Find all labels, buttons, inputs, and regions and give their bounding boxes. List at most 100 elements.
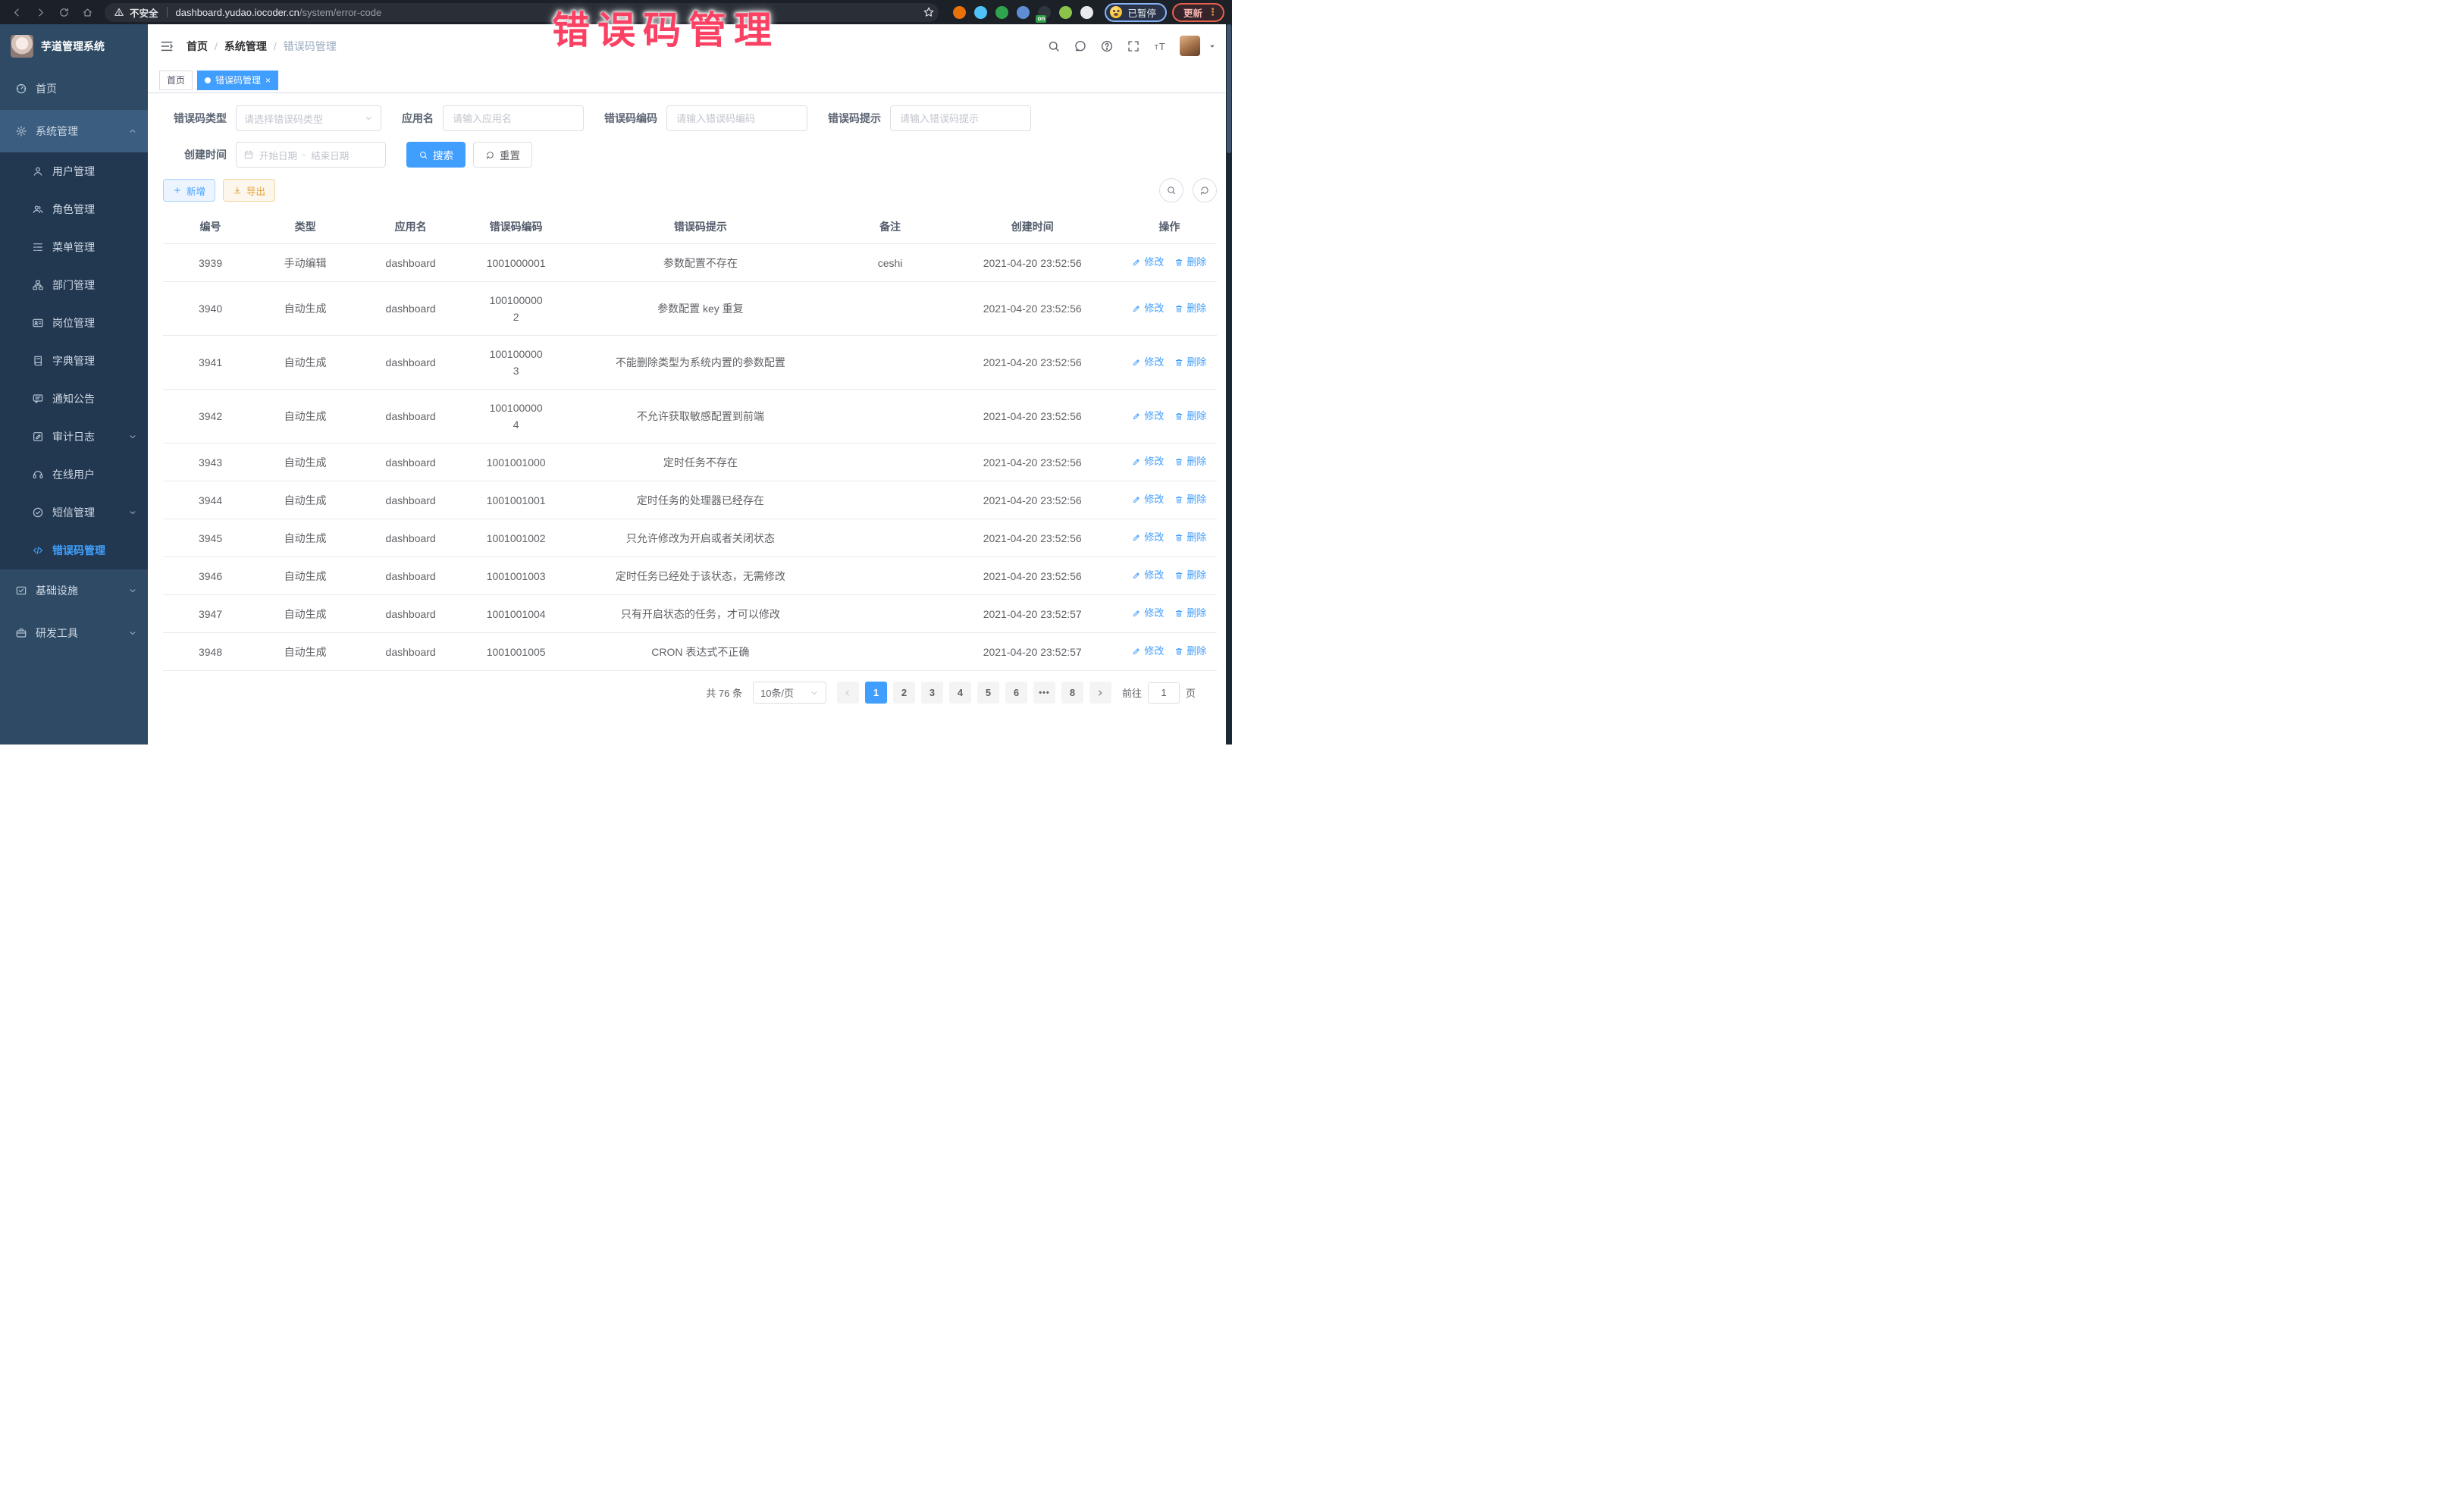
edit-link[interactable]: 修改	[1132, 300, 1164, 317]
delete-link[interactable]: 删除	[1174, 529, 1206, 546]
delete-link[interactable]: 删除	[1174, 605, 1206, 622]
cell-id: 3948	[163, 633, 258, 671]
pagination-ellipsis[interactable]: •••	[1033, 682, 1055, 704]
sidebar-item-online-user[interactable]: 在线用户	[0, 456, 148, 494]
refresh-table-button[interactable]	[1193, 178, 1217, 202]
browser-reload-button[interactable]	[55, 3, 73, 21]
app-logo[interactable]: 芋道管理系统	[0, 24, 148, 67]
delete-link[interactable]: 删除	[1174, 254, 1206, 271]
edit-link[interactable]: 修改	[1132, 408, 1164, 425]
bookmark-star-icon[interactable]	[923, 6, 935, 18]
edit-link[interactable]: 修改	[1132, 491, 1164, 508]
pagination-page-1[interactable]: 1	[865, 682, 887, 704]
hamburger-icon[interactable]	[159, 39, 174, 54]
cell-app: dashboard	[353, 244, 469, 282]
address-bar[interactable]: 不安全 dashboard.yudao.iocoder.cn/system/er…	[105, 3, 939, 22]
pagination-page-2[interactable]: 2	[893, 682, 915, 704]
sidebar-item-role[interactable]: 角色管理	[0, 190, 148, 228]
browser-back-button[interactable]	[8, 3, 26, 21]
delete-link[interactable]: 删除	[1174, 354, 1206, 371]
sidebar-item-user[interactable]: 用户管理	[0, 152, 148, 190]
tab-close-icon[interactable]: ×	[265, 76, 271, 85]
blue-grid-extension-icon[interactable]	[1017, 6, 1030, 19]
search-button-label: 搜索	[433, 147, 453, 162]
app-name-input[interactable]	[443, 105, 584, 131]
sidebar-item-home[interactable]: 首页	[0, 67, 148, 110]
sidebar-item-label: 基础设施	[36, 583, 120, 598]
cell-time: 2021-04-20 23:52:56	[943, 444, 1122, 481]
sidebar-item-dict[interactable]: 字典管理	[0, 342, 148, 380]
breadcrumb-item[interactable]: 首页	[187, 39, 208, 54]
user-caret-down-icon[interactable]	[1208, 42, 1217, 51]
sidebar-item-dev-tool[interactable]: 研发工具	[0, 612, 148, 654]
goto-page-input[interactable]	[1148, 682, 1180, 704]
page-scrollbar[interactable]	[1226, 24, 1232, 744]
pagination-page-8[interactable]: 8	[1061, 682, 1083, 704]
sidebar-item-dept[interactable]: 部门管理	[0, 266, 148, 304]
download-icon	[233, 186, 242, 195]
pagination-next-button[interactable]	[1089, 682, 1111, 704]
sidebar-item-notice[interactable]: 通知公告	[0, 380, 148, 418]
edit-icon	[1132, 457, 1141, 466]
white-puzzle-extension-icon[interactable]	[1080, 6, 1093, 19]
edit-link[interactable]: 修改	[1132, 529, 1164, 546]
user-avatar[interactable]	[1180, 36, 1200, 56]
reset-button[interactable]: 重置	[473, 142, 532, 168]
page-size-select[interactable]: 10条/页	[753, 682, 826, 704]
sidebar-item-post[interactable]: 岗位管理	[0, 304, 148, 342]
browser-forward-button[interactable]	[31, 3, 49, 21]
toggle-search-button[interactable]	[1159, 178, 1183, 202]
delete-link[interactable]: 删除	[1174, 643, 1206, 660]
edit-link[interactable]: 修改	[1132, 254, 1164, 271]
edit-icon	[1132, 304, 1141, 313]
sidebar-item-error-code[interactable]: 错误码管理	[0, 531, 148, 569]
delete-link[interactable]: 删除	[1174, 567, 1206, 584]
delete-link[interactable]: 删除	[1174, 491, 1206, 508]
browser-home-button[interactable]	[78, 3, 96, 21]
edit-link[interactable]: 修改	[1132, 567, 1164, 584]
tab-error-code[interactable]: 错误码管理×	[197, 71, 278, 90]
green-bolt-extension-icon[interactable]	[1059, 6, 1072, 19]
delete-link[interactable]: 删除	[1174, 453, 1206, 470]
pagination-page-3[interactable]: 3	[921, 682, 943, 704]
header-search-icon[interactable]	[1047, 39, 1061, 53]
date-range-picker[interactable]: 开始日期 - 结束日期	[236, 142, 386, 168]
profile-paused-pill[interactable]: 已暂停	[1105, 3, 1167, 22]
export-button[interactable]: 导出	[223, 179, 275, 202]
sidebar-item-sms[interactable]: 短信管理	[0, 494, 148, 531]
browser-kebab-menu-icon[interactable]: ⋮	[1208, 6, 1218, 18]
pagination-prev-button[interactable]	[837, 682, 859, 704]
scrollbar-thumb[interactable]	[1227, 24, 1231, 153]
blue-gem-extension-icon[interactable]	[974, 6, 987, 19]
help-icon[interactable]	[1100, 39, 1114, 53]
sidebar-item-system[interactable]: 系统管理	[0, 110, 148, 152]
delete-link[interactable]: 删除	[1174, 300, 1206, 317]
orange-ring-extension-icon[interactable]	[953, 6, 966, 19]
error-code-input[interactable]	[666, 105, 807, 131]
tab-home[interactable]: 首页	[159, 71, 193, 90]
edit-link[interactable]: 修改	[1132, 354, 1164, 371]
error-msg-input[interactable]	[890, 105, 1031, 131]
pagination-page-6[interactable]: 6	[1005, 682, 1027, 704]
edit-link[interactable]: 修改	[1132, 605, 1164, 622]
github-icon[interactable]	[1074, 39, 1087, 53]
pagination-page-5[interactable]: 5	[977, 682, 999, 704]
dark-list-extension-icon[interactable]: on	[1038, 6, 1051, 19]
fullscreen-icon[interactable]	[1127, 39, 1140, 53]
sidebar-item-audit-log[interactable]: 审计日志	[0, 418, 148, 456]
pagination-page-4[interactable]: 4	[949, 682, 971, 704]
browser-update-button[interactable]: 更新 ⋮	[1172, 3, 1224, 22]
delete-link[interactable]: 删除	[1174, 408, 1206, 425]
security-status[interactable]: 不安全	[114, 5, 158, 20]
sidebar-item-menu[interactable]: 菜单管理	[0, 228, 148, 266]
font-size-icon[interactable]: TT	[1153, 39, 1167, 53]
search-button[interactable]: 搜索	[406, 142, 466, 168]
edit-link[interactable]: 修改	[1132, 643, 1164, 660]
main-area: 首页/系统管理/错误码管理 TT 首页错误码管理× 错误码类型	[148, 24, 1232, 744]
breadcrumb-item[interactable]: 系统管理	[224, 39, 267, 54]
error-type-select[interactable]: 请选择错误码类型	[236, 105, 381, 131]
edit-link[interactable]: 修改	[1132, 453, 1164, 470]
sidebar-item-infra[interactable]: 基础设施	[0, 569, 148, 612]
green-check-extension-icon[interactable]	[995, 6, 1008, 19]
add-button[interactable]: 新增	[163, 179, 215, 202]
